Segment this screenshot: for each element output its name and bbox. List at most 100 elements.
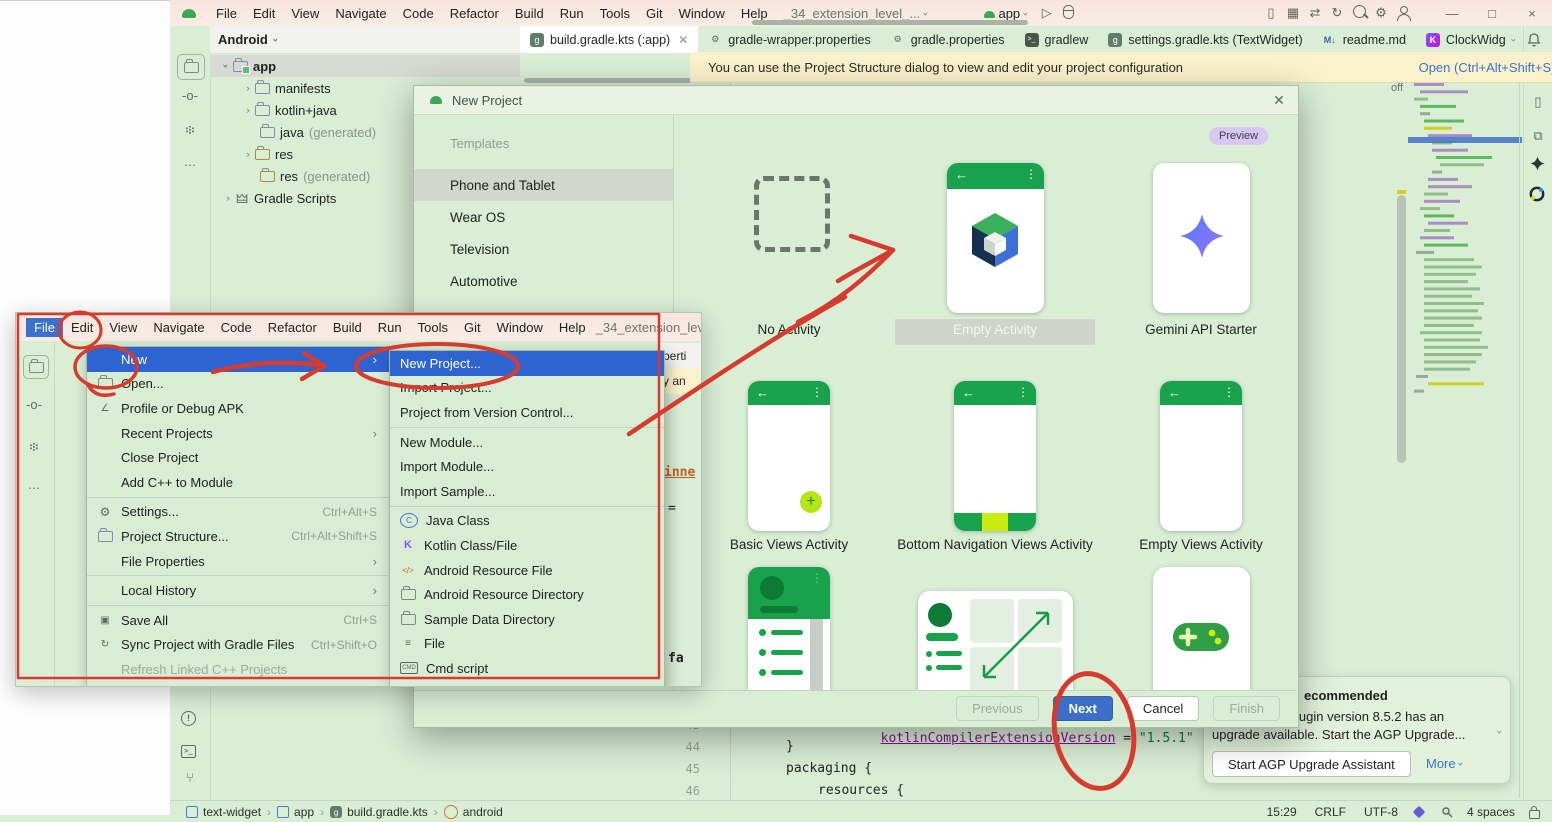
menu-build[interactable]: Build — [507, 6, 552, 21]
sidebar-item-wear-os[interactable]: Wear OS — [414, 201, 673, 233]
tab-readme-md[interactable]: M↓ readme.md — [1313, 26, 1416, 53]
lock-icon[interactable] — [1529, 810, 1540, 819]
structure-toolwindow-button[interactable]: ፨ — [179, 122, 201, 138]
run-button[interactable]: ▷ — [1036, 5, 1058, 21]
version-control-toolwindow-button[interactable]: ⑂ — [179, 770, 201, 785]
overlay-menu-file[interactable]: File — [26, 318, 63, 337]
template-card-empty-activity[interactable]: ←⋮ Empty Activity — [895, 124, 1095, 354]
submenu-item-project-from-vcs[interactable]: Project from Version Control... — [390, 400, 664, 425]
maximize-button[interactable]: □ — [1472, 6, 1512, 21]
dialog-title-bar[interactable]: New Project ✕ — [414, 86, 1298, 115]
more-windows-icon[interactable]: ▦ — [1282, 5, 1304, 21]
menu-item-save-all[interactable]: ▣Save AllCtrl+S — [87, 608, 389, 633]
dialog-close-icon[interactable]: ✕ — [1268, 92, 1290, 109]
device-explorer-button[interactable]: ▯ — [1527, 94, 1549, 110]
terminal-toolwindow-button[interactable]: >_ — [181, 740, 196, 758]
menu-item-sync-project-with-gradle[interactable]: ↻Sync Project with Gradle FilesCtrl+Shif… — [87, 633, 389, 658]
app-insights-icon[interactable] — [1529, 186, 1545, 202]
commit-toolwindow-button[interactable]: -o- — [179, 88, 201, 103]
project-view-selector[interactable]: Android — [218, 32, 268, 47]
agp-more-link[interactable]: More › — [1426, 756, 1463, 771]
sidebar-item-automotive[interactable]: Automotive — [414, 265, 673, 297]
next-button[interactable]: Next — [1053, 696, 1113, 721]
caret-position[interactable]: 15:29 — [1267, 805, 1297, 819]
overlay-menu-refactor[interactable]: Refactor — [260, 320, 325, 335]
agp-expand-icon[interactable]: › — [1494, 730, 1505, 734]
problems-toolwindow-button[interactable]: ! — [181, 708, 196, 726]
account-icon[interactable] — [1392, 6, 1414, 21]
finish-button[interactable]: Finish — [1213, 696, 1280, 721]
overlay-menu-window[interactable]: Window — [489, 320, 551, 335]
menu-code[interactable]: Code — [395, 6, 442, 21]
pin-icon[interactable] — [1440, 806, 1453, 819]
run-configuration-selector[interactable]: app › — [976, 6, 1036, 21]
overlay-menu-help[interactable]: Help — [551, 320, 594, 335]
tab-clockwidget[interactable]: K ClockWidg› — [1416, 26, 1526, 53]
overlay-project-selector[interactable]: _34_extension_lev — [594, 320, 702, 335]
overlay-menu-edit[interactable]: Edit — [63, 320, 101, 335]
tabstrip-scrollbar[interactable] — [752, 20, 1028, 25]
cancel-button[interactable]: Cancel — [1127, 696, 1199, 721]
editor-v-scrollbar[interactable] — [1397, 195, 1406, 463]
menu-item-refresh-linked-cpp[interactable]: Refresh Linked C++ Projects — [87, 657, 389, 682]
minimize-button[interactable]: — — [1432, 6, 1472, 21]
menu-window[interactable]: Window — [671, 6, 733, 21]
submenu-item-android-resource-directory[interactable]: Android Resource Directory — [390, 582, 664, 607]
close-tab-icon[interactable]: ✕ — [678, 33, 688, 47]
menu-refactor[interactable]: Refactor — [442, 6, 507, 21]
running-devices-button[interactable]: ⧉ — [1527, 128, 1549, 144]
breadcrumb-app[interactable]: app — [294, 805, 314, 819]
project-toolwindow-button[interactable] — [23, 355, 49, 379]
menu-git[interactable]: Git — [638, 6, 671, 21]
tab-gradle-properties[interactable]: ⚙ gradle.properties — [881, 26, 1015, 53]
overlay-menu-git[interactable]: Git — [456, 320, 489, 335]
template-card-no-activity[interactable]: No Activity — [689, 124, 889, 354]
menu-item-settings[interactable]: ⚙Settings...Ctrl+Alt+S — [87, 500, 389, 525]
menu-run[interactable]: Run — [552, 6, 592, 21]
plugin-status-icon[interactable] — [1412, 805, 1426, 819]
agp-start-assistant-button[interactable]: Start AGP Upgrade Assistant — [1212, 751, 1411, 777]
submenu-item-import-sample[interactable]: Import Sample... — [390, 479, 664, 504]
sidebar-item-phone-and-tablet[interactable]: Phone and Tablet — [414, 169, 673, 201]
submenu-item-new-project[interactable]: New Project... — [390, 351, 664, 376]
sidebar-item-television[interactable]: Television — [414, 233, 673, 265]
menu-item-project-structure[interactable]: Project Structure...Ctrl+Alt+Shift+S — [87, 524, 389, 549]
project-panel-header[interactable]: Android › — [210, 26, 528, 54]
tab-build-gradle-kts[interactable]: g build.gradle.kts (:app)✕ — [520, 26, 698, 53]
template-card-basic-views-activity[interactable]: ←⋮ + Basic Views Activity — [689, 354, 889, 559]
overlay-menu-navigate[interactable]: Navigate — [145, 320, 212, 335]
menu-file[interactable]: File — [208, 6, 245, 21]
menu-tools[interactable]: Tools — [592, 6, 638, 21]
submenu-item-sample-data-directory[interactable]: Sample Data Directory — [390, 607, 664, 632]
submenu-item-import-module[interactable]: Import Module... — [390, 454, 664, 479]
previous-button[interactable]: Previous — [956, 696, 1039, 721]
submenu-item-android-resource-file[interactable]: </>Android Resource File — [390, 558, 664, 583]
more-toolwindows-button[interactable]: … — [179, 154, 201, 169]
menu-help[interactable]: Help — [733, 6, 776, 21]
overlay-menu-build[interactable]: Build — [325, 320, 370, 335]
submenu-item-file[interactable]: ≡File — [390, 632, 664, 657]
template-card-navigation-drawer[interactable]: ⋮ — [689, 566, 889, 691]
overlay-menu-tools[interactable]: Tools — [410, 320, 456, 335]
breadcrumb-android[interactable]: android — [463, 805, 503, 819]
template-card-responsive-views[interactable] — [895, 566, 1095, 691]
tree-row-app[interactable]: ›app — [210, 55, 520, 77]
submenu-item-import-project[interactable]: Import Project... — [390, 376, 664, 401]
template-card-gemini-api-starter[interactable]: Preview Gemini API Starter — [1101, 124, 1301, 354]
template-card-bottom-navigation-views-activity[interactable]: ←⋮ Bottom Navigation Views Activity — [895, 354, 1095, 559]
debug-button[interactable] — [1058, 5, 1080, 22]
more-toolwindows-button[interactable]: … — [23, 477, 45, 492]
menu-navigate[interactable]: Navigate — [327, 6, 394, 21]
structure-toolwindow-button[interactable]: ፨ — [23, 439, 45, 455]
gemini-toolwindow-icon[interactable] — [1530, 156, 1545, 171]
menu-item-recent-projects[interactable]: Recent Projects› — [87, 421, 389, 446]
compare-icon[interactable]: ⇄ — [1304, 5, 1326, 21]
settings-icon[interactable]: ⚙ — [1370, 5, 1392, 21]
submenu-item-new-module[interactable]: New Module... — [390, 430, 664, 455]
menu-item-profile-or-debug-apk[interactable]: ∠Profile or Debug APK — [87, 396, 389, 421]
menu-item-add-cpp-to-module[interactable]: Add C++ to Module — [87, 470, 389, 495]
overlay-menu-run[interactable]: Run — [370, 320, 410, 335]
menu-item-open[interactable]: Open... — [87, 372, 389, 397]
menu-item-file-properties[interactable]: File Properties› — [87, 549, 389, 574]
commit-toolwindow-button[interactable]: -o- — [23, 397, 45, 412]
